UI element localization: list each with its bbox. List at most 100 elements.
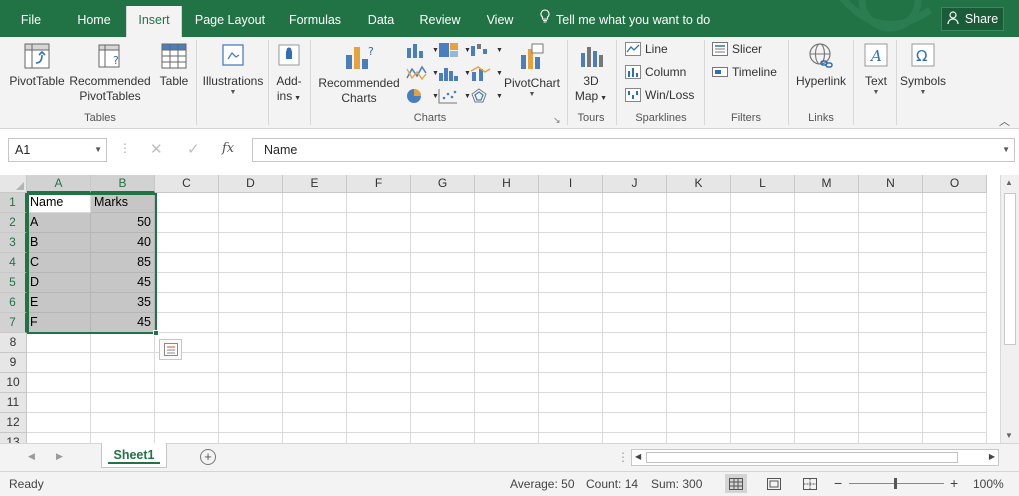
cell-j7[interactable] bbox=[603, 313, 667, 333]
column-header-c[interactable]: C bbox=[155, 175, 219, 193]
cell-h12[interactable] bbox=[475, 413, 539, 433]
insert-hierarchy-chart-button[interactable]: ▼ bbox=[438, 41, 471, 59]
column-header-k[interactable]: K bbox=[667, 175, 731, 193]
hyperlink-button[interactable]: Hyperlink bbox=[791, 41, 851, 89]
tab-home[interactable]: Home bbox=[68, 9, 120, 31]
cell-m2[interactable] bbox=[795, 213, 859, 233]
cell-a12[interactable] bbox=[27, 413, 91, 433]
charts-dialog-launcher-icon[interactable]: ↘ bbox=[553, 115, 561, 126]
column-header-i[interactable]: I bbox=[539, 175, 603, 193]
cell-f9[interactable] bbox=[347, 353, 411, 373]
cell-k9[interactable] bbox=[667, 353, 731, 373]
insert-waterfall-chart-button[interactable]: ▼ bbox=[470, 41, 503, 59]
cell-f10[interactable] bbox=[347, 373, 411, 393]
cell-b8[interactable] bbox=[91, 333, 155, 353]
cell-k1[interactable] bbox=[667, 193, 731, 213]
column-header-f[interactable]: F bbox=[347, 175, 411, 193]
cell-f12[interactable] bbox=[347, 413, 411, 433]
cell-o1[interactable] bbox=[923, 193, 987, 213]
cell-b4[interactable]: 85 bbox=[91, 253, 155, 273]
cell-n4[interactable] bbox=[859, 253, 923, 273]
cell-g5[interactable] bbox=[411, 273, 475, 293]
cell-f11[interactable] bbox=[347, 393, 411, 413]
cell-o9[interactable] bbox=[923, 353, 987, 373]
cell-c1[interactable] bbox=[155, 193, 219, 213]
cell-a9[interactable] bbox=[27, 353, 91, 373]
insert-pie-chart-button[interactable]: ▼ bbox=[406, 87, 439, 105]
cell-k5[interactable] bbox=[667, 273, 731, 293]
cell-m13[interactable] bbox=[795, 433, 859, 443]
cell-f7[interactable] bbox=[347, 313, 411, 333]
cell-o2[interactable] bbox=[923, 213, 987, 233]
cell-m3[interactable] bbox=[795, 233, 859, 253]
cell-l5[interactable] bbox=[731, 273, 795, 293]
cell-k4[interactable] bbox=[667, 253, 731, 273]
cell-l7[interactable] bbox=[731, 313, 795, 333]
cell-m7[interactable] bbox=[795, 313, 859, 333]
page-layout-view-button[interactable] bbox=[763, 474, 785, 493]
cell-g2[interactable] bbox=[411, 213, 475, 233]
cell-j5[interactable] bbox=[603, 273, 667, 293]
row-header-11[interactable]: 11 bbox=[0, 393, 27, 413]
normal-view-button[interactable] bbox=[725, 474, 747, 493]
cell-h4[interactable] bbox=[475, 253, 539, 273]
cell-n6[interactable] bbox=[859, 293, 923, 313]
vertical-scroll-thumb[interactable] bbox=[1004, 193, 1016, 345]
cell-c5[interactable] bbox=[155, 273, 219, 293]
cell-j1[interactable] bbox=[603, 193, 667, 213]
row-header-4[interactable]: 4 bbox=[0, 253, 27, 273]
cell-g13[interactable] bbox=[411, 433, 475, 443]
cell-d8[interactable] bbox=[219, 333, 283, 353]
cell-m4[interactable] bbox=[795, 253, 859, 273]
cell-m11[interactable] bbox=[795, 393, 859, 413]
cell-b11[interactable] bbox=[91, 393, 155, 413]
cell-b7[interactable]: 45 bbox=[91, 313, 155, 333]
tab-view[interactable]: View bbox=[480, 9, 520, 31]
cell-m8[interactable] bbox=[795, 333, 859, 353]
cell-e8[interactable] bbox=[283, 333, 347, 353]
tab-review[interactable]: Review bbox=[414, 9, 466, 31]
cell-c13[interactable] bbox=[155, 433, 219, 443]
cell-o6[interactable] bbox=[923, 293, 987, 313]
cell-a4[interactable]: C bbox=[27, 253, 91, 273]
cell-b13[interactable] bbox=[91, 433, 155, 443]
cell-i13[interactable] bbox=[539, 433, 603, 443]
column-header-h[interactable]: H bbox=[475, 175, 539, 193]
cell-n12[interactable] bbox=[859, 413, 923, 433]
pivotchart-button[interactable]: PivotChart ▼ bbox=[500, 41, 564, 99]
cell-l4[interactable] bbox=[731, 253, 795, 273]
cell-l13[interactable] bbox=[731, 433, 795, 443]
select-all-button[interactable] bbox=[0, 175, 27, 193]
cell-n2[interactable] bbox=[859, 213, 923, 233]
horizontal-scrollbar[interactable]: ◀ ▶ bbox=[631, 449, 999, 466]
insert-column-chart-button[interactable]: ▼ bbox=[406, 41, 439, 59]
cell-e7[interactable] bbox=[283, 313, 347, 333]
cell-h13[interactable] bbox=[475, 433, 539, 443]
cell-g8[interactable] bbox=[411, 333, 475, 353]
timeline-button[interactable]: Timeline bbox=[712, 63, 777, 81]
cell-i1[interactable] bbox=[539, 193, 603, 213]
cell-o12[interactable] bbox=[923, 413, 987, 433]
cell-a11[interactable] bbox=[27, 393, 91, 413]
insert-scatter-chart-button[interactable]: ▼ bbox=[438, 87, 471, 105]
cell-g3[interactable] bbox=[411, 233, 475, 253]
sparkline-winloss-button[interactable]: Win/Loss bbox=[625, 86, 694, 104]
cell-a2[interactable]: A bbox=[27, 213, 91, 233]
cell-g7[interactable] bbox=[411, 313, 475, 333]
tell-me-search[interactable]: Tell me what you want to do bbox=[540, 9, 710, 31]
cell-b2[interactable]: 50 bbox=[91, 213, 155, 233]
row-header-9[interactable]: 9 bbox=[0, 353, 27, 373]
pivottable-button[interactable]: PivotTable bbox=[6, 41, 68, 89]
cell-k3[interactable] bbox=[667, 233, 731, 253]
cell-a13[interactable] bbox=[27, 433, 91, 443]
scroll-right-icon[interactable]: ▶ bbox=[989, 452, 995, 461]
column-header-a[interactable]: A bbox=[27, 175, 91, 193]
cell-o8[interactable] bbox=[923, 333, 987, 353]
column-header-o[interactable]: O bbox=[923, 175, 987, 193]
status-count[interactable]: Count: 14 bbox=[586, 477, 638, 491]
cell-e3[interactable] bbox=[283, 233, 347, 253]
cell-i7[interactable] bbox=[539, 313, 603, 333]
cell-o3[interactable] bbox=[923, 233, 987, 253]
cell-l9[interactable] bbox=[731, 353, 795, 373]
cell-n5[interactable] bbox=[859, 273, 923, 293]
